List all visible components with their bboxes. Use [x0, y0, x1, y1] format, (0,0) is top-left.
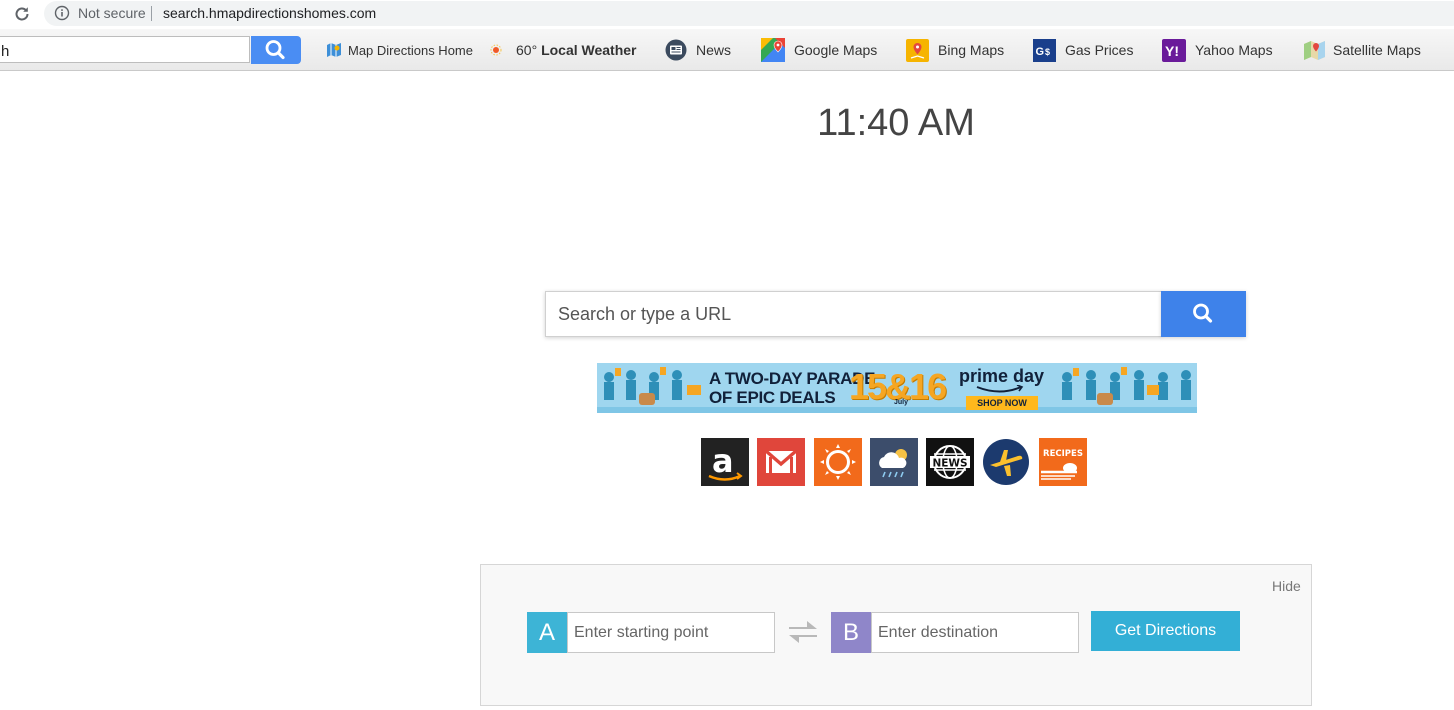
get-directions-button[interactable]: Get Directions: [1091, 611, 1240, 651]
svg-text:G: G: [1036, 46, 1045, 58]
directions-panel: Hide A B Get Directions: [480, 564, 1312, 706]
banner-month: July: [894, 399, 909, 406]
toolbar-bing-maps[interactable]: Bing Maps: [906, 38, 1004, 62]
prime-day-banner[interactable]: A TWO-DAY PARADE OF EPIC DEALS 15&16 Jul…: [597, 363, 1197, 413]
search-icon: [1193, 303, 1213, 323]
address-bar[interactable]: Not secure search.hmapdirectionshomes.co…: [44, 1, 1454, 26]
search-icon: [265, 40, 285, 60]
toolbar-news[interactable]: News: [665, 39, 731, 61]
reload-icon[interactable]: [12, 4, 32, 24]
main-search-input[interactable]: [545, 291, 1162, 337]
banner-shop-now-button[interactable]: SHOP NOW: [966, 396, 1038, 410]
toolbar-search-input[interactable]: [0, 36, 250, 63]
toolbar-map-directions-home[interactable]: Map Directions Home: [325, 39, 473, 61]
swap-icon[interactable]: [783, 619, 823, 645]
toolbar-local-weather[interactable]: 60° Local Weather: [490, 39, 637, 61]
quick-link-amazon[interactable]: a: [701, 438, 749, 486]
destination-input[interactable]: [871, 612, 1079, 653]
info-icon[interactable]: [54, 5, 70, 21]
browser-address-row: Not secure search.hmapdirectionshomes.co…: [0, 0, 1454, 28]
quick-link-news[interactable]: NEWS: [926, 438, 974, 486]
toolbar-search-button[interactable]: [251, 36, 301, 64]
weather-dot-icon: [490, 44, 502, 56]
start-point-input[interactable]: [567, 612, 775, 653]
banner-brand: prime day: [959, 366, 1045, 386]
map-directions-icon: [327, 43, 341, 57]
toolbar-satellite-maps[interactable]: Satellite Maps: [1303, 39, 1421, 61]
svg-text:$: $: [1045, 47, 1050, 57]
end-marker: B: [831, 612, 871, 653]
quick-link-mail[interactable]: [757, 438, 805, 486]
main-search-button[interactable]: [1161, 291, 1246, 337]
toolbar-gas-prices[interactable]: G $ Gas Prices: [1033, 38, 1133, 62]
quick-link-forecast[interactable]: [870, 438, 918, 486]
bing-maps-icon: [906, 38, 929, 62]
url-text[interactable]: search.hmapdirectionshomes.com: [163, 5, 376, 21]
hide-link[interactable]: Hide: [1272, 578, 1301, 594]
quick-link-recipes[interactable]: RECIPES: [1039, 438, 1087, 486]
quick-link-travel[interactable]: [982, 438, 1030, 486]
toolbar-yahoo-maps[interactable]: Y! Yahoo Maps: [1162, 38, 1273, 62]
gas-prices-icon: G $: [1033, 38, 1056, 62]
recipes-label: RECIPES: [1043, 449, 1083, 459]
svg-text:NEWS: NEWS: [932, 458, 967, 470]
svg-text:Y!: Y!: [1165, 43, 1179, 59]
security-label: Not secure: [78, 5, 146, 21]
url-divider: [151, 6, 152, 21]
yahoo-maps-icon: Y!: [1162, 38, 1186, 62]
satellite-maps-icon: [1304, 40, 1325, 60]
extension-toolbar: Map Directions Home 60° Local Weather Ne…: [0, 29, 1454, 71]
start-marker: A: [527, 612, 567, 653]
google-maps-icon: [761, 38, 785, 62]
mail-icon: [764, 449, 798, 473]
quick-link-weather[interactable]: [814, 438, 862, 486]
news-icon: [665, 39, 687, 61]
toolbar-google-maps[interactable]: Google Maps: [761, 38, 877, 62]
amazon-icon: a: [712, 442, 734, 480]
amazon-smile-icon: [976, 385, 1024, 393]
clock: 11:40 AM: [817, 102, 975, 144]
